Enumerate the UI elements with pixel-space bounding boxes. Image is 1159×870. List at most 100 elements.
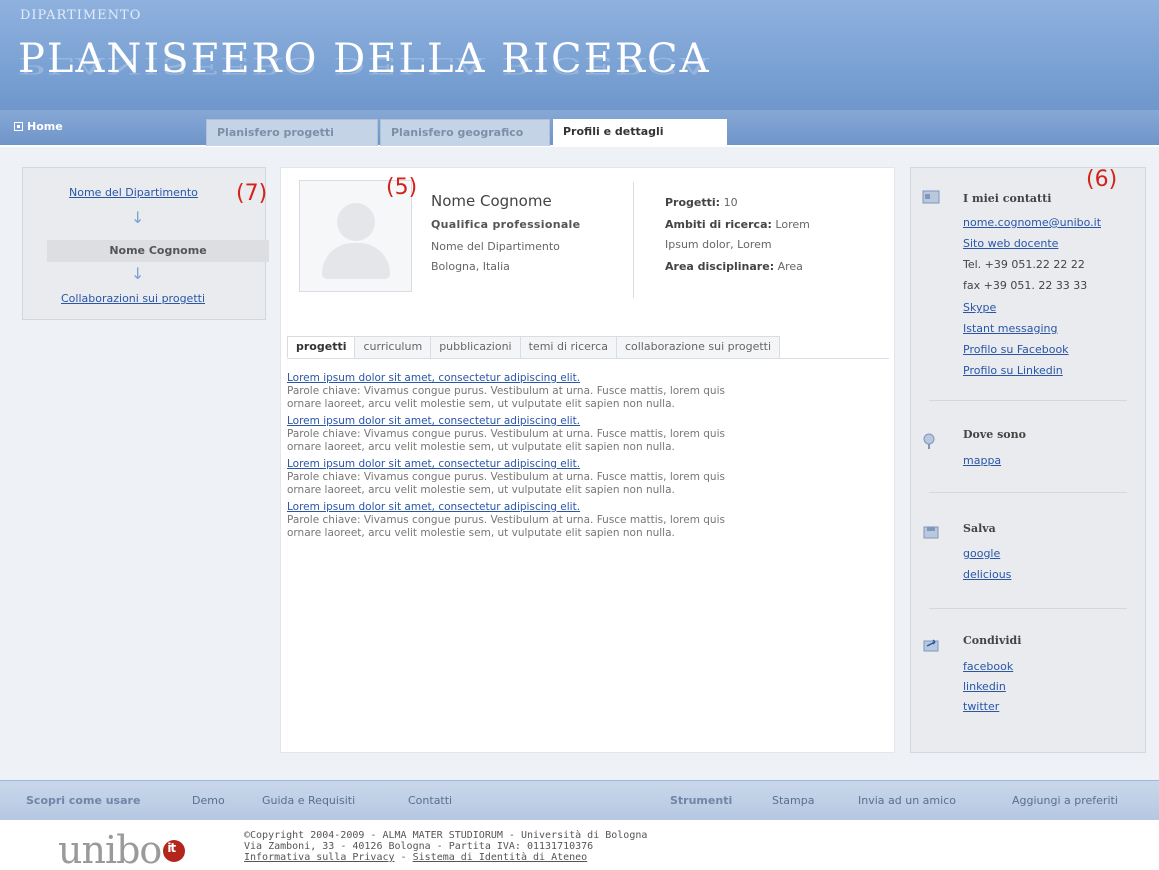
footer-discover-link[interactable]: Scopri come usare	[26, 794, 140, 807]
tab-planisfero-progetti[interactable]: Planisfero progetti	[206, 119, 378, 146]
avatar-body-icon	[322, 243, 390, 279]
annotation-7: (7)	[236, 181, 268, 206]
logo-text: unibo	[58, 828, 162, 870]
logo-dot-icon: it	[163, 839, 186, 862]
tab-planisfero-geografico[interactable]: Planisfero geografico	[380, 119, 550, 146]
tab-collaborazione[interactable]: collaborazione sui progetti	[615, 336, 781, 358]
breadcrumb-department-link[interactable]: Nome del Dipartimento	[69, 186, 198, 199]
annotation-5: (5)	[386, 175, 418, 200]
divider	[929, 492, 1127, 493]
footer-tools-label: Strumenti	[670, 794, 733, 807]
stat-ambiti-cont: Ipsum dolor, Lorem	[665, 238, 772, 251]
breadcrumb-collaborations-link[interactable]: Collaborazioni sui progetti	[61, 292, 205, 305]
home-label: Home	[27, 120, 63, 133]
google-link[interactable]: google	[963, 547, 1000, 560]
content-tabs: progetti curriculum pubblicazioni temi d…	[287, 336, 781, 358]
tab-underline	[287, 358, 889, 359]
share-icon	[923, 639, 939, 652]
footer: unibo it ©Copyright 2004-2009 - ALMA MATE…	[0, 820, 1159, 870]
tab-profili-dettagli[interactable]: Profili e dettagli	[553, 119, 727, 146]
tab-label: Planisfero progetti	[217, 126, 334, 139]
project-link[interactable]: Lorem ipsum dolor sit amet, consectetur …	[287, 372, 887, 385]
privacy-link[interactable]: Informativa sulla Privacy	[244, 852, 395, 863]
delicious-link[interactable]: delicious	[963, 568, 1011, 581]
avatar-head-icon	[337, 203, 375, 241]
tab-curriculum[interactable]: curriculum	[354, 336, 432, 358]
separator: -	[400, 852, 407, 863]
website-link[interactable]: Sito web docente	[963, 237, 1058, 250]
linkedin-share-link[interactable]: linkedin	[963, 680, 1006, 693]
email-link[interactable]: nome.cognome@unibo.it	[963, 216, 1101, 229]
stat-ambiti: Ambiti di ricerca: Lorem	[665, 218, 810, 231]
breadcrumb-current: Nome Cognome	[47, 240, 269, 262]
divider	[929, 608, 1127, 609]
phone-text: Tel. +39 051.22 22 22	[963, 258, 1085, 271]
linkedin-profile-link[interactable]: Profilo su Linkedin	[963, 364, 1063, 377]
unibo-logo: unibo it	[58, 828, 186, 870]
site-header: DIPARTIMENTO PLANISFERO DELLA RICERCA PL…	[0, 0, 1159, 110]
facebook-profile-link[interactable]: Profilo su Facebook	[963, 343, 1069, 356]
footer-demo-link[interactable]: Demo	[192, 794, 225, 807]
fax-text: fax +39 051. 22 33 33	[963, 279, 1088, 292]
project-link[interactable]: Lorem ipsum dolor sit amet, consectetur …	[287, 458, 887, 471]
contacts-panel: I miei contatti nome.cognome@unibo.it Si…	[910, 167, 1146, 753]
profile-name: Nome Cognome	[431, 192, 552, 210]
stat-area: Area disciplinare: Area	[665, 260, 803, 273]
tab-temi-ricerca[interactable]: temi di ricerca	[519, 336, 617, 358]
profile-city: Bologna, Italia	[431, 260, 510, 273]
skype-link[interactable]: Skype	[963, 301, 996, 314]
stat-label: Progetti:	[665, 196, 721, 209]
home-icon	[14, 122, 23, 131]
save-icon	[923, 526, 939, 539]
footer-favorites-link[interactable]: Aggiungi a preferiti	[1012, 794, 1118, 807]
project-keywords-cont: ornare laoreet, arcu velit molestie sem,…	[287, 441, 675, 453]
where-title: Dove sono	[963, 428, 1026, 441]
project-link[interactable]: Lorem ipsum dolor sit amet, consectetur …	[287, 415, 887, 428]
stat-value: Lorem	[775, 218, 810, 231]
tab-pubblicazioni[interactable]: pubblicazioni	[430, 336, 521, 358]
list-item: Lorem ipsum dolor sit amet, consectetur …	[287, 372, 887, 411]
project-keywords: Parole chiave: Vivamus congue purus. Ves…	[287, 471, 725, 483]
profile-panel: Nome Cognome Qualifica professionale Nom…	[280, 167, 895, 753]
project-link[interactable]: Lorem ipsum dolor sit amet, consectetur …	[287, 501, 887, 514]
footer-send-link[interactable]: Invia ad un amico	[858, 794, 956, 807]
stat-progetti: Progetti: 10	[665, 196, 738, 209]
copyright-block: ©Copyright 2004-2009 - ALMA MATER STUDIO…	[244, 830, 647, 863]
annotation-6: (6)	[1086, 167, 1118, 192]
home-link[interactable]: Home	[14, 120, 63, 133]
project-keywords-cont: ornare laoreet, arcu velit molestie sem,…	[287, 398, 675, 410]
map-pin-icon	[923, 433, 935, 449]
identity-link[interactable]: Sistema di Identità di Ateneo	[413, 852, 588, 863]
site-title-reflection: PLANISFERO DELLA RICERCA	[18, 52, 711, 78]
list-item: Lorem ipsum dolor sit amet, consectetur …	[287, 458, 887, 497]
tab-progetti[interactable]: progetti	[287, 336, 356, 358]
stat-label: Area disciplinare:	[665, 260, 775, 273]
twitter-share-link[interactable]: twitter	[963, 700, 999, 713]
project-keywords: Parole chiave: Vivamus congue purus. Ves…	[287, 385, 725, 397]
copyright-line: ©Copyright 2004-2009 - ALMA MATER STUDIO…	[244, 830, 648, 841]
stat-value: Area	[777, 260, 803, 273]
facebook-share-link[interactable]: facebook	[963, 660, 1013, 673]
share-title: Condividi	[963, 634, 1022, 647]
im-link[interactable]: Istant messaging	[963, 322, 1058, 335]
project-keywords-cont: ornare laoreet, arcu velit molestie sem,…	[287, 484, 675, 496]
footer-print-link[interactable]: Stampa	[772, 794, 814, 807]
project-keywords: Parole chiave: Vivamus congue purus. Ves…	[287, 428, 725, 440]
legal-links: Informativa sulla Privacy - Sistema di I…	[244, 852, 647, 863]
stat-value: 10	[723, 196, 738, 209]
footer-contacts-link[interactable]: Contatti	[408, 794, 452, 807]
profile-qualifica: Qualifica professionale	[431, 218, 581, 231]
save-title: Salva	[963, 522, 996, 535]
breadcrumb-panel: Nome del Dipartimento ↓ Nome Cognome ↓ C…	[22, 167, 269, 320]
down-arrow-icon: ↓	[131, 264, 145, 283]
tab-label: Planisfero geografico	[391, 126, 524, 139]
list-item: Lorem ipsum dolor sit amet, consectetur …	[287, 501, 887, 540]
project-keywords: Parole chiave: Vivamus congue purus. Ves…	[287, 514, 725, 526]
address-line: Via Zamboni, 33 - 40126 Bologna - Partit…	[244, 841, 594, 852]
footer-guide-link[interactable]: Guida e Requisiti	[262, 794, 355, 807]
footer-nav: Scopri come usare Demo Guida e Requisiti…	[0, 780, 1159, 820]
main-nav: Home Planisfero progetti Planisfero geog…	[0, 110, 1159, 146]
contact-card-icon	[922, 190, 940, 204]
map-link[interactable]: mappa	[963, 454, 1001, 467]
department-label: DIPARTIMENTO	[20, 8, 142, 23]
